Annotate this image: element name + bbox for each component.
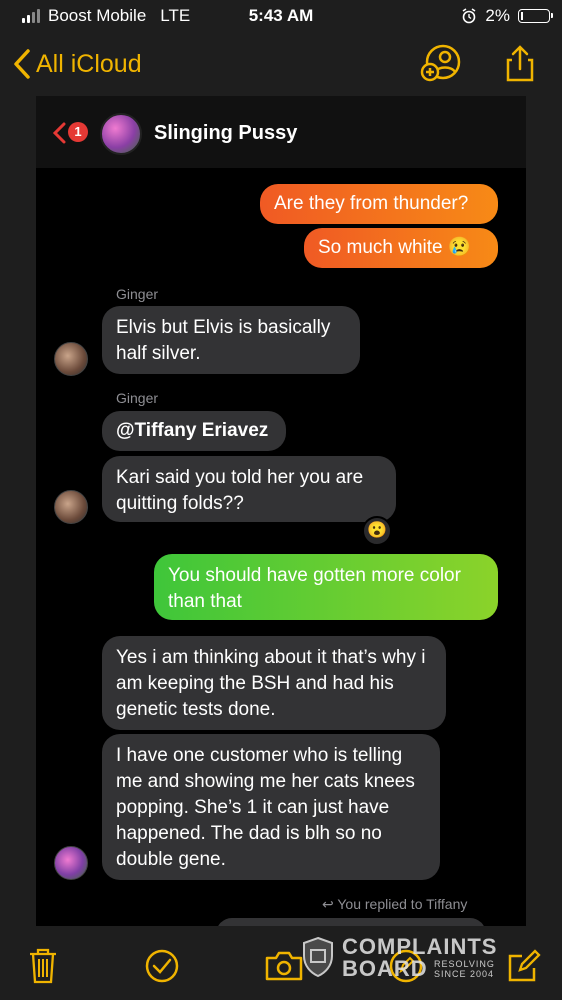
battery-percent: 2%: [485, 6, 510, 25]
reaction-badge[interactable]: 😮: [362, 516, 392, 546]
avatar[interactable]: [54, 490, 88, 524]
chevron-left-icon: [14, 49, 30, 79]
group-avatar[interactable]: [100, 113, 142, 155]
message-bubble[interactable]: Kari said you told her you are quitting …: [102, 456, 396, 522]
trash-icon[interactable]: [26, 948, 60, 989]
watermark-line2: BOARD: [342, 956, 428, 981]
message-bubble[interactable]: @Tiffany Eriavez: [102, 411, 286, 451]
checkmark-icon[interactable]: [144, 948, 180, 989]
message-bubble[interactable]: I have one customer who is telling me an…: [102, 734, 440, 880]
reply-note: ↩ You replied to Tiffany: [322, 896, 468, 912]
chat-header: 1 Slinging Pussy: [36, 96, 526, 168]
share-icon[interactable]: [500, 44, 540, 89]
reply-arrow-icon: ↩: [322, 896, 338, 912]
message-bubble[interactable]: Are they from thunder?: [260, 184, 498, 224]
avatar[interactable]: [54, 846, 88, 880]
message-bubble[interactable]: Elvis but Elvis is basically half silver…: [102, 306, 360, 374]
message-bubble[interactable]: So much white 😢: [304, 228, 498, 268]
sender-name: Ginger: [116, 286, 159, 302]
chevron-left-icon[interactable]: [52, 122, 66, 144]
message-bubble[interactable]: You should have gotten more color than t…: [154, 554, 498, 620]
watermark: COMPLAINTS BOARD RESOLVING SINCE 2004: [300, 934, 520, 984]
battery-icon: [518, 9, 553, 23]
status-bar: Boost Mobile LTE 5:43 AM 2%: [0, 0, 562, 32]
add-person-icon[interactable]: [420, 44, 464, 89]
unread-badge: 1: [68, 122, 88, 142]
watermark-tagline: RESOLVING SINCE 2004: [434, 959, 495, 979]
message-bubble[interactable]: Yes i am thinking about it that’s why i …: [102, 636, 446, 730]
sender-name: Ginger: [116, 390, 159, 406]
message-bubble: [216, 918, 486, 926]
avatar[interactable]: [54, 342, 88, 376]
attached-screenshot: 1 Slinging Pussy Are they from thunder? …: [36, 96, 526, 926]
chat-title: Slinging Pussy: [154, 122, 298, 144]
back-label: All iCloud: [36, 49, 142, 78]
top-nav: All iCloud: [0, 40, 562, 90]
alarm-icon: [462, 8, 476, 24]
camera-icon[interactable]: [264, 950, 304, 987]
shield-icon: [303, 936, 333, 978]
back-button[interactable]: All iCloud: [12, 48, 142, 80]
